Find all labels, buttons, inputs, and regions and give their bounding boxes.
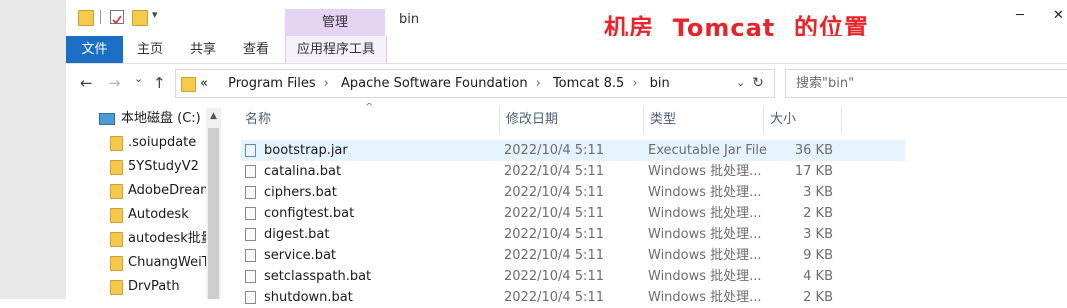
- column-divider[interactable]: [643, 106, 644, 134]
- navigation-pane: 本地磁盘 (C:) .soiupdate 5YStudyV2 AdobeDrea…: [66, 104, 223, 299]
- folder-icon: [110, 160, 123, 175]
- column-header-row: ^ 名称 修改日期 类型 大小: [231, 102, 1067, 134]
- quick-access-dropdown-icon[interactable]: ▾: [152, 8, 166, 22]
- column-divider[interactable]: [499, 106, 500, 134]
- nav-item-folder[interactable]: Autodesk: [110, 204, 210, 225]
- breadcrumb: « Program Files › Apache Software Foundat…: [200, 70, 670, 97]
- chevron-right-icon: ›: [632, 76, 638, 91]
- file-explorer-window: ▾ 管理 bin 机房 Tomcat 的位置 ─ ✕ 文件 主页 共享 查看 应…: [66, 0, 1067, 305]
- file-row[interactable]: service.bat 2022/10/4 5:11 Windows 批处理..…: [241, 245, 905, 266]
- breadcrumb-bin[interactable]: bin: [650, 76, 670, 91]
- breadcrumb-program-files[interactable]: Program Files: [228, 76, 316, 91]
- folder-icon: [110, 256, 123, 271]
- search-box[interactable]: 搜索"bin": [785, 69, 1067, 98]
- nav-item-folder[interactable]: .soiupdate: [110, 132, 210, 153]
- batch-file-icon: [245, 186, 256, 199]
- scrollbar-thumb[interactable]: [208, 128, 219, 299]
- address-bar[interactable]: « Program Files › Apache Software Foundat…: [175, 69, 775, 98]
- column-divider[interactable]: [763, 106, 764, 134]
- chevron-right-icon: ›: [535, 76, 541, 91]
- batch-file-icon: [245, 270, 256, 283]
- batch-file-icon: [245, 249, 256, 262]
- address-row: ← → ⌄ ↑ « Program Files › Apache Software…: [66, 68, 1067, 100]
- properties-icon[interactable]: [110, 10, 124, 25]
- title-bar: ▾ 管理 bin 机房 Tomcat 的位置 ─ ✕: [66, 0, 1067, 42]
- minimize-icon[interactable]: ─: [1016, 8, 1024, 23]
- nav-pane-scrollbar[interactable]: ▲: [206, 108, 221, 299]
- nav-item-folder[interactable]: autodesk批量: [110, 228, 210, 249]
- file-row[interactable]: shutdown.bat 2022/10/4 5:11 Windows 批处理.…: [241, 287, 905, 308]
- column-header-date[interactable]: 修改日期: [506, 104, 558, 134]
- folder-icon: [110, 280, 123, 295]
- sort-ascending-icon: ^: [365, 102, 374, 113]
- column-divider[interactable]: [841, 106, 842, 134]
- file-row[interactable]: setclasspath.bat 2022/10/4 5:11 Windows …: [241, 266, 905, 287]
- column-header-size[interactable]: 大小: [770, 104, 796, 134]
- folder-icon: [181, 77, 196, 92]
- file-list: ^ 名称 修改日期 类型 大小 bootstrap.jar 2022/10/4 …: [231, 102, 1067, 305]
- jar-file-icon: [245, 144, 256, 157]
- batch-file-icon: [245, 291, 256, 304]
- nav-item-folder[interactable]: AdobeDream: [110, 180, 210, 201]
- column-header-name[interactable]: 名称: [245, 104, 271, 134]
- folder-icon: [110, 232, 123, 247]
- column-header-type[interactable]: 类型: [650, 104, 676, 134]
- file-row[interactable]: catalina.bat 2022/10/4 5:11 Windows 批处理.…: [241, 161, 905, 182]
- forward-arrow-icon[interactable]: →: [108, 74, 121, 92]
- folder-icon: [78, 10, 94, 26]
- new-folder-icon[interactable]: [132, 10, 148, 26]
- nav-item-local-disk[interactable]: 本地磁盘 (C:): [99, 109, 201, 129]
- refresh-icon[interactable]: ↻: [742, 69, 775, 98]
- file-row[interactable]: digest.bat 2022/10/4 5:11 Windows 批处理...…: [241, 224, 905, 245]
- recent-locations-icon[interactable]: ⌄: [134, 72, 143, 85]
- window-title: bin: [399, 12, 420, 27]
- background-edge: [0, 0, 66, 299]
- file-row[interactable]: configtest.bat 2022/10/4 5:11 Windows 批处…: [241, 203, 905, 224]
- file-row[interactable]: ciphers.bat 2022/10/4 5:11 Windows 批处理..…: [241, 182, 905, 203]
- tab-share[interactable]: 共享: [181, 36, 225, 63]
- batch-file-icon: [245, 165, 256, 178]
- nav-item-folder[interactable]: ChuangWeiTe: [110, 252, 210, 273]
- folder-icon: [110, 136, 123, 151]
- nav-item-folder[interactable]: DrvPath: [110, 276, 210, 297]
- close-icon[interactable]: ✕: [1053, 8, 1064, 23]
- manage-context-tab-label: 管理: [321, 15, 348, 30]
- breadcrumb-tomcat[interactable]: Tomcat 8.5: [553, 76, 624, 91]
- breadcrumb-apache-software-foundation[interactable]: Apache Software Foundation: [341, 76, 528, 91]
- chevron-right-icon: ›: [323, 76, 329, 91]
- scroll-up-icon[interactable]: ▲: [206, 108, 221, 125]
- file-row[interactable]: bootstrap.jar 2022/10/4 5:11 Executable …: [241, 140, 905, 161]
- folder-icon: [110, 184, 123, 199]
- manage-context-tab[interactable]: 管理: [285, 9, 385, 36]
- tab-home[interactable]: 主页: [128, 36, 172, 63]
- qa-separator: [100, 10, 101, 24]
- batch-file-icon: [245, 228, 256, 241]
- up-arrow-icon[interactable]: ↑: [153, 74, 166, 92]
- nav-item-folder[interactable]: 5YStudyV2: [110, 156, 210, 177]
- breadcrumb-overflow[interactable]: «: [200, 76, 208, 91]
- folder-icon: [110, 208, 123, 223]
- tab-view[interactable]: 查看: [234, 36, 278, 63]
- search-placeholder: 搜索"bin": [796, 76, 855, 91]
- tab-file[interactable]: 文件: [66, 36, 123, 63]
- drive-icon: [99, 112, 115, 125]
- nav-item-local-disk-label: 本地磁盘 (C:): [121, 111, 201, 126]
- back-arrow-icon[interactable]: ←: [80, 74, 93, 92]
- tab-application-tools[interactable]: 应用程序工具: [285, 36, 387, 63]
- ribbon-tabs: 文件 主页 共享 查看 应用程序工具: [66, 36, 1067, 64]
- batch-file-icon: [245, 207, 256, 220]
